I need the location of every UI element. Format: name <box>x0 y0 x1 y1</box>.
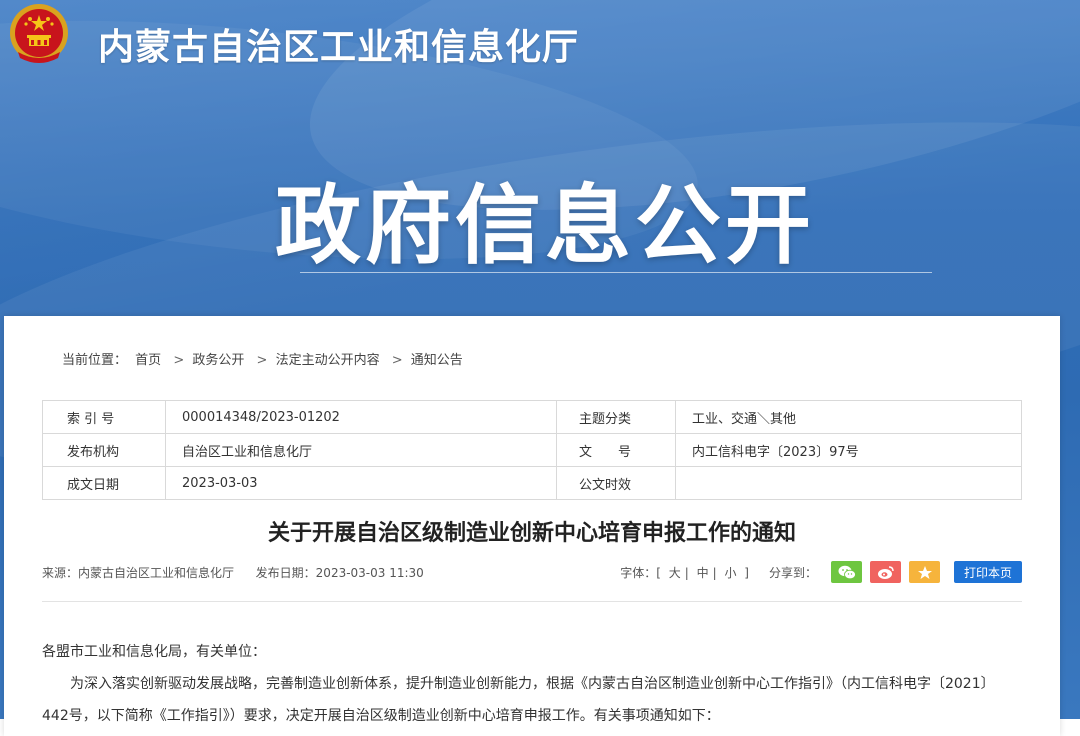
font-size-large-button[interactable]: 大 <box>665 566 685 580</box>
star-icon <box>917 565 932 579</box>
font-size-medium-button[interactable]: 中 <box>693 566 713 580</box>
breadcrumb-label: 当前位置： <box>62 353 128 368</box>
table-row: 成文日期 2023-03-03 公文时效 <box>42 466 1022 500</box>
breadcrumb: 当前位置： 首页 > 政务公开 > 法定主动公开内容 > 通知公告 <box>62 349 467 368</box>
share-favorite-button[interactable] <box>909 561 940 583</box>
weibo-icon <box>877 565 894 579</box>
article-info: 来源：内蒙古自治区工业和信息化厅 发布日期：2023-03-03 11:30 <box>42 564 424 581</box>
wechat-icon <box>838 565 856 579</box>
meta-value-validity <box>675 466 1022 500</box>
article-source: 来源：内蒙古自治区工业和信息化厅 <box>42 566 235 580</box>
content-panel: 当前位置： 首页 > 政务公开 > 法定主动公开内容 > 通知公告 索 引 号 … <box>4 316 1060 736</box>
table-row: 索 引 号 000014348/2023-01202 主题分类 工业、交通＼其他 <box>42 400 1022 434</box>
breadcrumb-separator: > <box>256 353 268 368</box>
article-paragraph: 为深入落实创新驱动发展战略，完善制造业创新体系，提升制造业创新能力，根据《内蒙古… <box>42 676 995 724</box>
share-weibo-button[interactable] <box>870 561 901 583</box>
meta-value-date: 2023-03-03 <box>165 466 557 500</box>
article-tools: 字体：[ 大 | 中 | 小 ] 分享到： 打印本页 <box>620 560 1022 584</box>
hero-title: 政府信息公开 <box>275 176 815 276</box>
national-emblem-icon <box>10 4 68 63</box>
meta-label-doc-number: 文 号 <box>556 433 676 467</box>
hero-divider <box>300 272 932 273</box>
article-publish-date: 发布日期：2023-03-03 11:30 <box>255 566 424 580</box>
breadcrumb-gov-affairs[interactable]: 政务公开 <box>192 353 244 368</box>
print-button[interactable]: 打印本页 <box>954 561 1022 583</box>
table-row: 发布机构 自治区工业和信息化厅 文 号 内工信科电字〔2023〕97号 <box>42 433 1022 467</box>
meta-value-index: 000014348/2023-01202 <box>165 400 557 434</box>
breadcrumb-statutory-disclosure[interactable]: 法定主动公开内容 <box>276 353 380 368</box>
font-size-small-button[interactable]: 小 <box>720 566 740 580</box>
meta-value-category: 工业、交通＼其他 <box>675 400 1022 434</box>
meta-label-validity: 公文时效 <box>556 466 676 500</box>
meta-value-doc-number: 内工信科电字〔2023〕97号 <box>675 433 1022 467</box>
meta-label-category: 主题分类 <box>556 400 676 434</box>
meta-value-issuer: 自治区工业和信息化厅 <box>165 433 557 467</box>
meta-label-issuer: 发布机构 <box>42 433 166 467</box>
font-size-control: 字体：[ 大 | 中 | 小 ] <box>620 565 749 580</box>
breadcrumb-separator: > <box>391 353 403 368</box>
font-size-bracket-end: ] <box>744 565 749 580</box>
breadcrumb-separator: > <box>173 353 185 368</box>
document-title: 关于开展自治区级制造业创新中心培育申报工作的通知 <box>267 521 796 546</box>
divider <box>42 601 1022 602</box>
document-meta-table: 索 引 号 000014348/2023-01202 主题分类 工业、交通＼其他… <box>42 400 1022 500</box>
meta-label-date: 成文日期 <box>42 466 166 500</box>
font-size-label: 字体：[ <box>620 565 661 580</box>
share-label: 分享到： <box>768 565 817 580</box>
article-greeting: 各盟市工业和信息化局，有关单位： <box>42 644 266 660</box>
breadcrumb-notices[interactable]: 通知公告 <box>411 353 463 368</box>
breadcrumb-home[interactable]: 首页 <box>135 353 161 368</box>
article-body: 各盟市工业和信息化局，有关单位： 为深入落实创新驱动发展战略，完善制造业创新体系… <box>42 636 1010 732</box>
meta-label-index: 索 引 号 <box>42 400 166 434</box>
share-wechat-button[interactable] <box>831 561 862 583</box>
site-title[interactable]: 内蒙古自治区工业和信息化厅 <box>98 18 579 70</box>
